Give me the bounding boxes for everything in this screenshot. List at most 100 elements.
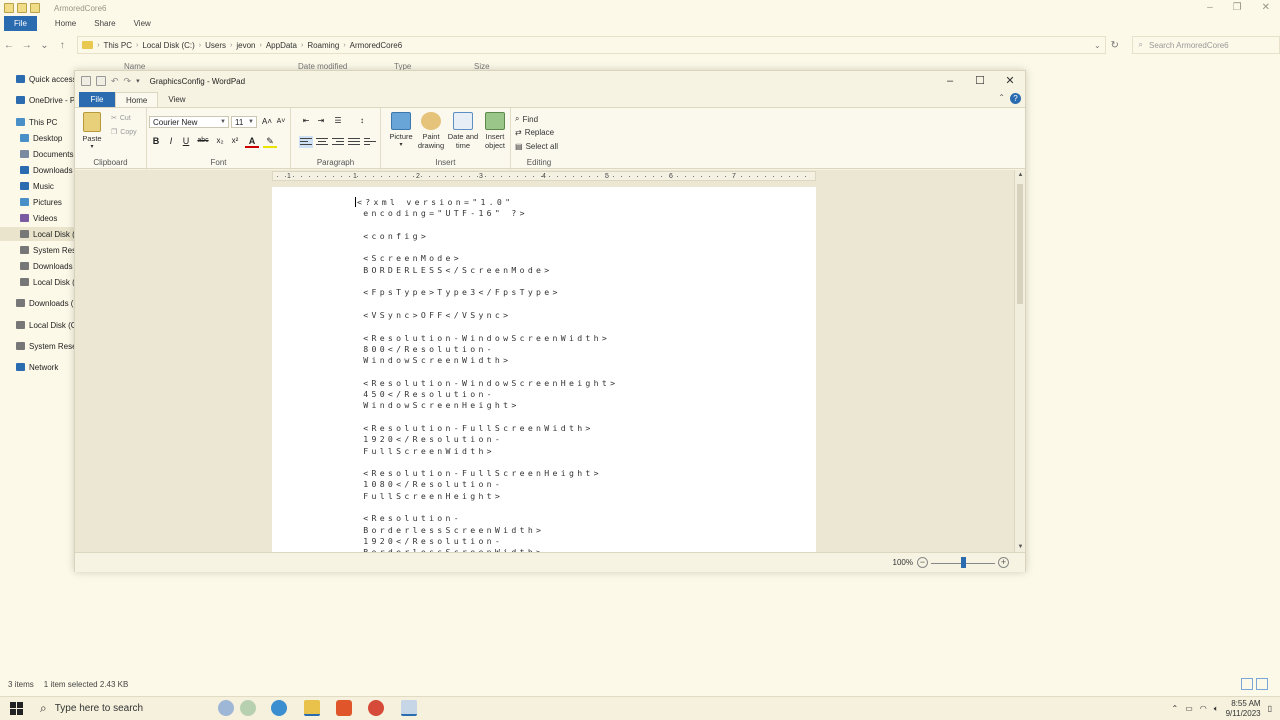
wordpad-tab-file[interactable]: File xyxy=(79,92,115,107)
notification-icon[interactable]: ▯ xyxy=(1268,704,1272,713)
zoom-slider-thumb[interactable] xyxy=(961,557,966,568)
ruler[interactable]: 11234567 xyxy=(272,171,816,181)
nav-item[interactable]: Quick access xyxy=(0,72,74,86)
explorer-minimize-button[interactable]: – xyxy=(1207,0,1213,16)
copy-button[interactable]: ❐ Copy xyxy=(111,128,137,137)
cut-button[interactable]: ✂ Cut xyxy=(111,114,131,123)
minimize-ribbon-icon[interactable]: ⌃ xyxy=(998,93,1005,102)
customize-toolbar-icon[interactable]: ▾ xyxy=(136,77,140,85)
nav-item[interactable]: Downloads xyxy=(0,163,74,177)
nav-item[interactable]: This PC xyxy=(0,115,74,129)
align-left-icon[interactable] xyxy=(299,136,313,148)
properties-icon[interactable] xyxy=(17,3,27,13)
clock[interactable]: 8:55 AM 9/11/2023 xyxy=(1226,699,1261,719)
explorer-close-button[interactable]: ✕ xyxy=(1262,0,1270,16)
explorer-tab-home[interactable]: Home xyxy=(55,19,76,28)
edge-browser-icon[interactable] xyxy=(271,700,287,716)
scroll-up-icon[interactable]: ▲ xyxy=(1015,172,1025,178)
explorer-tab-share[interactable]: Share xyxy=(94,19,115,28)
breadcrumb-local-disk[interactable]: Local Disk (C:) xyxy=(142,41,194,50)
find-button[interactable]: ⌕ Find xyxy=(515,114,538,124)
align-right-icon[interactable] xyxy=(331,136,345,148)
nav-item[interactable]: Pictures xyxy=(0,195,74,209)
file-explorer-icon[interactable] xyxy=(304,700,320,716)
insert-picture-button[interactable]: Picture ▾ xyxy=(385,112,417,150)
underline-button[interactable]: U xyxy=(179,134,193,148)
nav-item[interactable]: System Rese xyxy=(0,339,74,353)
redo-icon[interactable]: ↷ xyxy=(124,76,132,87)
wordpad-app-icon[interactable] xyxy=(81,76,91,86)
nav-item[interactable]: Desktop xyxy=(0,131,74,145)
up-arrow-icon[interactable]: ↑ xyxy=(53,40,71,51)
justify-icon[interactable] xyxy=(347,136,361,148)
align-center-icon[interactable] xyxy=(315,136,329,148)
explorer-tab-view[interactable]: View xyxy=(134,19,151,28)
scrollbar-thumb[interactable] xyxy=(1017,184,1023,304)
superscript-button[interactable]: x² xyxy=(228,134,242,148)
forward-arrow-icon[interactable]: → xyxy=(18,40,36,51)
shrink-font-icon[interactable]: A˅ xyxy=(274,115,288,129)
replace-button[interactable]: ⇄ Replace xyxy=(515,128,554,137)
taskbar-search-box[interactable]: ⌕ Type here to search xyxy=(32,697,204,720)
subscript-button[interactable]: x₂ xyxy=(213,134,227,148)
breadcrumb-jevon[interactable]: jevon xyxy=(236,41,255,50)
select-all-button[interactable]: ▤ Select all xyxy=(515,142,558,151)
large-icons-view-icon[interactable] xyxy=(1256,678,1268,690)
zoom-out-button[interactable]: − xyxy=(917,557,928,568)
insert-object-button[interactable]: Insert object xyxy=(479,112,511,150)
date-time-button[interactable]: Date and time xyxy=(447,112,479,150)
breadcrumb-appdata[interactable]: AppData xyxy=(266,41,297,50)
undo-icon[interactable]: ↶ xyxy=(111,76,119,87)
volume-icon[interactable]: 🔈︎ xyxy=(1214,704,1219,714)
paste-button[interactable]: Paste ▾ xyxy=(77,112,107,152)
wifi-icon[interactable]: ◠ xyxy=(1200,704,1207,713)
document-page[interactable]: <?xml version="1.0" encoding="UTF-16" ?>… xyxy=(272,187,816,552)
nav-item[interactable]: OneDrive - P xyxy=(0,93,74,107)
address-bar[interactable]: › This PC › Local Disk (C:) › Users › je… xyxy=(77,36,1106,54)
nav-item[interactable]: Downloads ( xyxy=(0,296,74,310)
recent-locations-icon[interactable]: ⌄ xyxy=(36,40,54,51)
document-text[interactable]: <?xml version="1.0" encoding="UTF-16" ?>… xyxy=(355,197,618,552)
nav-item[interactable]: Local Disk (G xyxy=(0,275,74,289)
breadcrumb-this-pc[interactable]: This PC xyxy=(104,41,132,50)
explorer-maximize-button[interactable]: ❐ xyxy=(1233,0,1242,16)
wordpad-taskbar-icon[interactable] xyxy=(401,700,417,716)
widgets-icon[interactable] xyxy=(218,700,234,716)
back-arrow-icon[interactable]: ← xyxy=(0,40,18,51)
wordpad-minimize-button[interactable]: – xyxy=(935,71,965,91)
details-view-icon[interactable] xyxy=(1241,678,1253,690)
refresh-icon[interactable]: ↻ xyxy=(1106,40,1124,51)
wordpad-close-button[interactable]: ✕ xyxy=(995,71,1025,91)
nav-item[interactable]: Local Disk (G xyxy=(0,318,74,332)
bold-button[interactable]: B xyxy=(149,134,163,148)
zoom-in-button[interactable]: + xyxy=(998,557,1009,568)
italic-button[interactable]: I xyxy=(164,134,178,148)
brave-browser-icon[interactable] xyxy=(336,700,352,716)
breadcrumb-armoredcore6[interactable]: ArmoredCore6 xyxy=(350,41,402,50)
paragraph-settings-icon[interactable] xyxy=(363,136,377,148)
wordpad-tab-home[interactable]: Home xyxy=(115,92,159,107)
breadcrumb-users[interactable]: Users xyxy=(205,41,226,50)
font-size-select[interactable]: 11 ▼ xyxy=(231,116,257,128)
show-hidden-icons-icon[interactable]: ⌃ xyxy=(1172,704,1179,713)
chrome-browser-icon[interactable] xyxy=(368,700,384,716)
network-icon[interactable]: ▭ xyxy=(1185,704,1193,713)
highlight-icon[interactable]: ✎ xyxy=(263,134,277,148)
nav-item[interactable]: System Rese xyxy=(0,243,74,257)
nav-item[interactable]: Downloads ( xyxy=(0,259,74,273)
grow-font-icon[interactable]: A˄ xyxy=(260,115,274,129)
font-family-select[interactable]: Courier New ▼ xyxy=(149,116,229,128)
strikethrough-button[interactable]: abc xyxy=(195,134,211,148)
bullet-list-icon[interactable]: ☰ xyxy=(331,114,345,128)
line-spacing-icon[interactable]: ↕ xyxy=(355,114,369,128)
nav-item[interactable]: Music xyxy=(0,179,74,193)
explorer-search-input[interactable]: ⌕ Search ArmoredCore6 xyxy=(1131,36,1280,54)
paint-drawing-button[interactable]: Paint drawing xyxy=(415,112,447,150)
wordpad-tab-view[interactable]: View xyxy=(158,92,195,107)
explorer-tab-file[interactable]: File xyxy=(4,16,37,31)
start-button[interactable] xyxy=(10,702,23,715)
increase-indent-icon[interactable]: ⇥ xyxy=(314,114,328,128)
decrease-indent-icon[interactable]: ⇤ xyxy=(299,114,313,128)
breadcrumb-roaming[interactable]: Roaming xyxy=(307,41,339,50)
nav-item[interactable]: Documents xyxy=(0,147,74,161)
